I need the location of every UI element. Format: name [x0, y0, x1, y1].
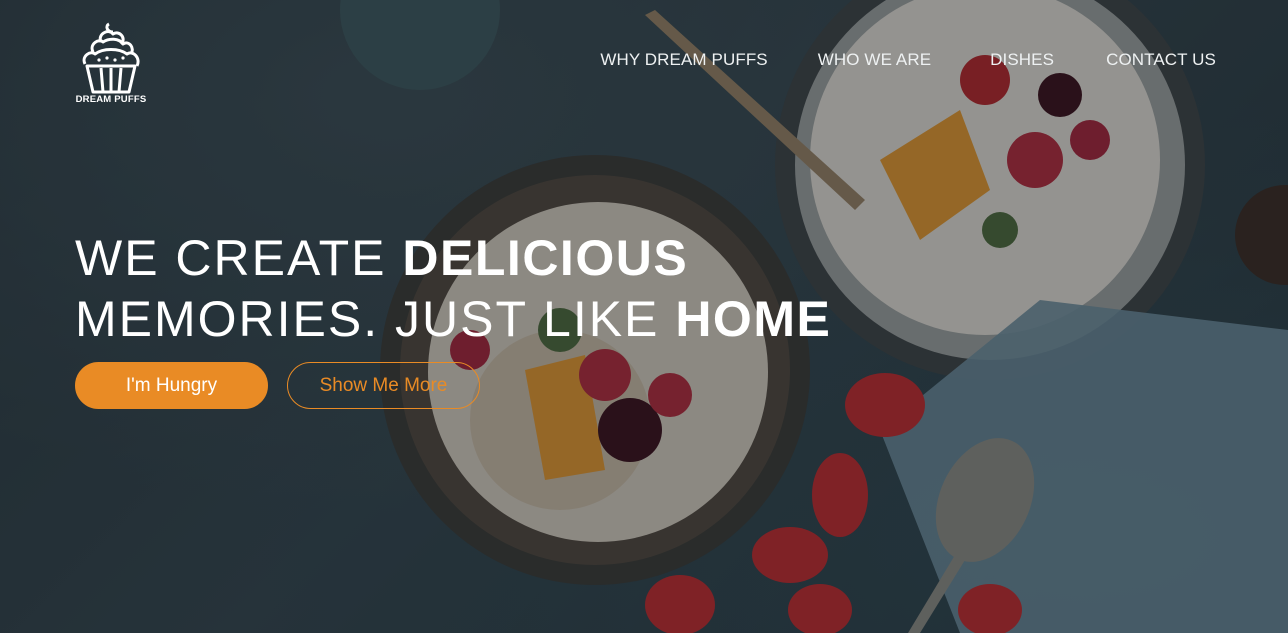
headline-line2-light: MEMORIES. JUST LIKE	[75, 291, 676, 347]
nav-item-dishes[interactable]: DISHES	[990, 50, 1054, 70]
nav-item-who-we-are[interactable]: WHO WE ARE	[818, 50, 931, 70]
hero-headline: WE CREATE DELICIOUS MEMORIES. JUST LIKE …	[75, 228, 831, 350]
headline-line2-bold: HOME	[675, 291, 832, 347]
nav-item-why-dream-puffs[interactable]: WHY DREAM PUFFS	[600, 50, 767, 70]
show-me-more-button[interactable]: Show Me More	[287, 362, 480, 409]
brand-name: DREAM PUFFS	[75, 94, 147, 105]
im-hungry-button[interactable]: I'm Hungry	[75, 362, 268, 409]
main-nav: WHY DREAM PUFFS WHO WE ARE DISHES CONTAC…	[600, 50, 1216, 70]
headline-line1-light: WE CREATE	[75, 230, 403, 286]
hero-section: DREAM PUFFS WHY DREAM PUFFS WHO WE ARE D…	[0, 0, 1288, 633]
nav-item-contact-us[interactable]: CONTACT US	[1106, 50, 1216, 70]
brand-logo[interactable]: DREAM PUFFS	[74, 20, 148, 106]
headline-line1-bold: DELICIOUS	[402, 230, 689, 286]
cupcake-icon	[82, 22, 140, 94]
